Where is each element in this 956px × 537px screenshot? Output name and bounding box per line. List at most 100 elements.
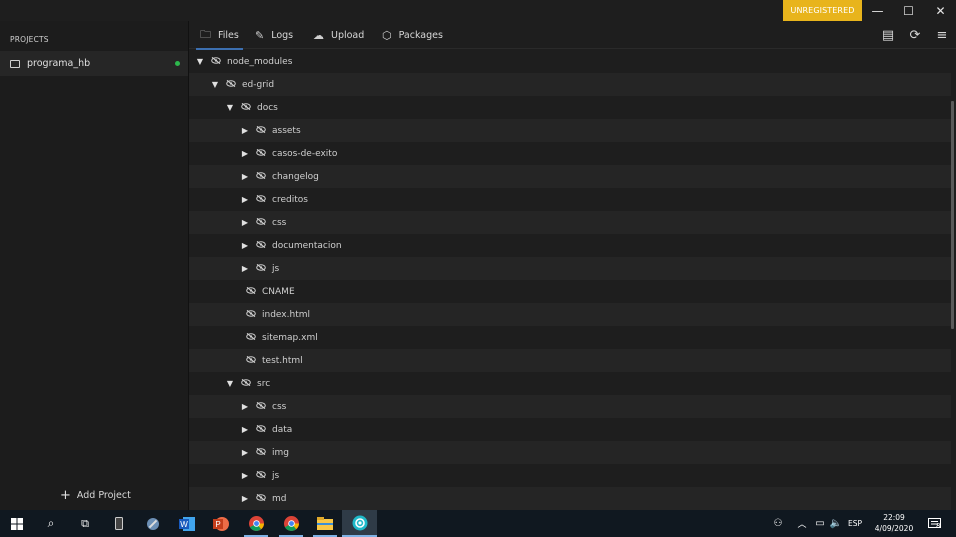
folder-icon: 🗀	[200, 27, 211, 41]
search-icon[interactable]: ⌕	[34, 510, 68, 537]
expand-right-icon[interactable]: ▶	[240, 264, 250, 273]
expand-right-icon[interactable]: ▶	[240, 402, 250, 411]
task-view-icon[interactable]: ⧉	[68, 510, 102, 537]
package-icon: ⬡	[382, 28, 392, 42]
eye-slash-icon[interactable]	[255, 125, 266, 136]
tree-folder[interactable]: ▶ assets	[189, 119, 951, 142]
tree-folder[interactable]: ▶ documentacion	[189, 234, 951, 257]
file-tree: ▼ node_modules ▼ ed-grid ▼ docs ▶ assets ▶ casos-…	[189, 50, 951, 510]
tree-folder[interactable]: ▶ css	[189, 395, 951, 418]
tree-folder[interactable]: ▼ node_modules	[189, 50, 951, 73]
expand-right-icon[interactable]: ▶	[240, 218, 250, 227]
project-item[interactable]: programa_hb	[0, 51, 188, 76]
eye-slash-icon[interactable]	[255, 194, 266, 205]
eye-slash-icon[interactable]	[255, 493, 266, 504]
expand-right-icon[interactable]: ▶	[240, 425, 250, 434]
tab-packages[interactable]: ⬡ Packages	[382, 21, 443, 49]
eye-slash-icon[interactable]	[245, 355, 256, 366]
eye-slash-icon[interactable]	[255, 470, 266, 481]
tree-folder[interactable]: ▶ creditos	[189, 188, 951, 211]
language-indicator[interactable]: ESP	[848, 519, 862, 528]
maximize-button[interactable]: ☐	[893, 0, 924, 21]
phone-icon[interactable]	[102, 510, 136, 537]
tree-file[interactable]: sitemap.xml	[189, 326, 951, 349]
powerpoint-icon[interactable]: P	[204, 510, 238, 537]
tree-file[interactable]: test.html	[189, 349, 951, 372]
eye-slash-icon[interactable]	[245, 309, 256, 320]
expand-down-icon[interactable]: ▼	[210, 80, 220, 89]
expand-down-icon[interactable]: ▼	[195, 57, 205, 66]
tree-file[interactable]: CNAME	[189, 280, 951, 303]
tree-folder[interactable]: ▶ img	[189, 441, 951, 464]
tree-item-label: src	[257, 378, 271, 389]
tree-item-label: casos-de-exito	[272, 148, 338, 159]
windows-start-icon[interactable]	[0, 510, 34, 537]
expand-right-icon[interactable]: ▶	[240, 126, 250, 135]
tree-folder[interactable]: ▶ data	[189, 418, 951, 441]
people-icon[interactable]: ⚇	[768, 510, 788, 537]
unregistered-badge[interactable]: UNREGISTERED	[783, 0, 862, 21]
tree-folder[interactable]: ▼ src	[189, 372, 951, 395]
tree-item-label: js	[272, 470, 280, 481]
app-icon[interactable]	[342, 510, 377, 537]
expand-right-icon[interactable]: ▶	[240, 494, 250, 503]
eye-slash-icon[interactable]	[255, 217, 266, 228]
tree-folder[interactable]: ▶ js	[189, 464, 951, 487]
tree-file[interactable]: index.html	[189, 303, 951, 326]
tree-item-label: docs	[257, 102, 278, 113]
tab-label: Upload	[331, 29, 365, 41]
tree-scrollbar[interactable]	[951, 101, 954, 329]
tool-icon[interactable]	[136, 510, 170, 537]
clock-time: 22:09	[883, 513, 905, 522]
tree-folder[interactable]: ▼ docs	[189, 96, 951, 119]
tree-folder[interactable]: ▶ js	[189, 257, 951, 280]
tree-item-label: sitemap.xml	[262, 332, 318, 343]
tree-item-label: assets	[272, 125, 301, 136]
network-icon[interactable]: ▭	[812, 510, 828, 537]
server-icon[interactable]: ▤	[880, 27, 896, 43]
file-explorer-icon[interactable]	[308, 510, 342, 537]
eye-slash-icon[interactable]	[255, 263, 266, 274]
taskbar-clock[interactable]: 22:09 4/09/2020	[867, 512, 921, 534]
eye-slash-icon[interactable]	[240, 378, 251, 389]
expand-right-icon[interactable]: ▶	[240, 241, 250, 250]
eye-slash-icon[interactable]	[240, 102, 251, 113]
tab-upload[interactable]: ☁ Upload	[313, 21, 364, 49]
tab-files[interactable]: 🗀 Files	[196, 21, 243, 50]
expand-right-icon[interactable]: ▶	[240, 448, 250, 457]
close-button[interactable]: ✕	[925, 0, 956, 21]
chrome-icon[interactable]	[238, 510, 274, 537]
eye-slash-icon[interactable]	[255, 240, 266, 251]
menu-icon[interactable]: ≡	[934, 27, 950, 43]
chrome-icon[interactable]	[274, 510, 308, 537]
eye-slash-icon[interactable]	[255, 148, 266, 159]
tree-folder[interactable]: ▼ ed-grid	[189, 73, 951, 96]
eye-slash-icon[interactable]	[255, 171, 266, 182]
chevron-up-icon[interactable]: ︿	[794, 510, 810, 537]
expand-right-icon[interactable]: ▶	[240, 172, 250, 181]
sync-icon[interactable]: ⟳	[907, 27, 923, 43]
minimize-button[interactable]: —	[862, 0, 893, 21]
eye-slash-icon[interactable]	[225, 79, 236, 90]
expand-right-icon[interactable]: ▶	[240, 471, 250, 480]
tree-folder[interactable]: ▶ casos-de-exito	[189, 142, 951, 165]
eye-slash-icon[interactable]	[245, 286, 256, 297]
expand-right-icon[interactable]: ▶	[240, 195, 250, 204]
expand-down-icon[interactable]: ▼	[225, 103, 235, 112]
tab-logs[interactable]: ✎ Logs	[255, 21, 293, 49]
tree-folder[interactable]: ▶ changelog	[189, 165, 951, 188]
volume-icon[interactable]: 🔈	[828, 510, 844, 537]
project-status-dot	[175, 61, 180, 66]
add-project-button[interactable]: + Add Project	[60, 488, 131, 503]
eye-slash-icon[interactable]	[210, 56, 221, 67]
tree-folder[interactable]: ▶ md	[189, 487, 951, 510]
eye-slash-icon[interactable]	[255, 424, 266, 435]
expand-down-icon[interactable]: ▼	[225, 379, 235, 388]
notification-icon[interactable]: 8	[924, 510, 946, 537]
eye-slash-icon[interactable]	[255, 401, 266, 412]
eye-slash-icon[interactable]	[245, 332, 256, 343]
word-icon[interactable]: W	[170, 510, 204, 537]
eye-slash-icon[interactable]	[255, 447, 266, 458]
tree-folder[interactable]: ▶ css	[189, 211, 951, 234]
expand-right-icon[interactable]: ▶	[240, 149, 250, 158]
